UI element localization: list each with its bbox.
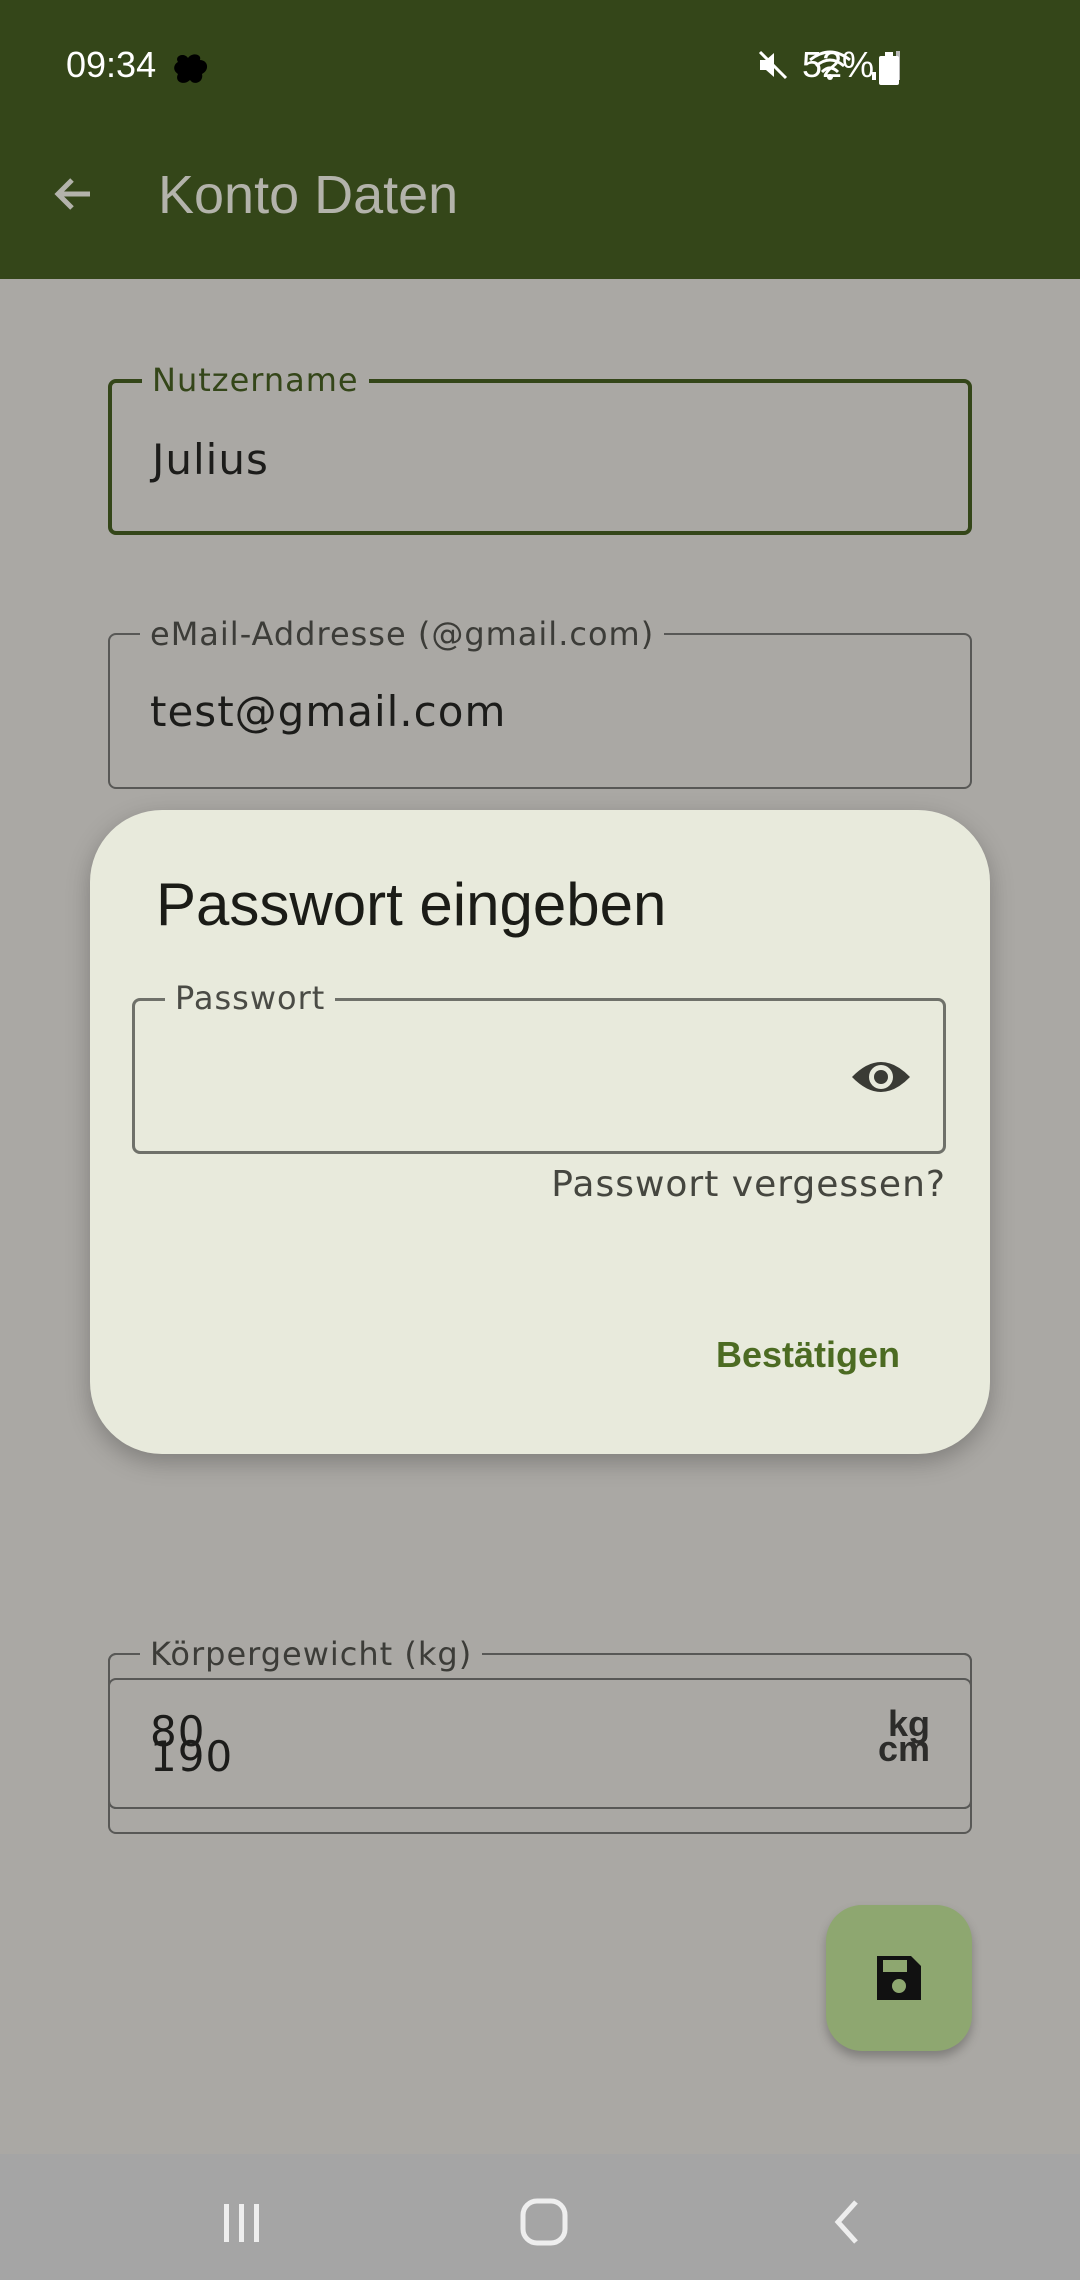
weight-value: 80	[150, 1707, 206, 1756]
app-bar: Konto Daten	[0, 136, 1080, 279]
save-button[interactable]	[826, 1905, 972, 2051]
weight-suffix: kg	[887, 1703, 930, 1744]
dialog-title: Passwort eingeben	[156, 871, 667, 938]
recents-icon	[224, 2204, 259, 2242]
notification-icon	[172, 52, 212, 86]
eye-icon	[852, 1062, 910, 1092]
home-button[interactable]	[514, 2192, 574, 2252]
status-bar: 09:34 52%	[0, 0, 1080, 136]
weight-label: Körpergewicht (kg)	[140, 1635, 483, 1673]
back-button[interactable]	[44, 164, 104, 224]
password-input[interactable]: Passwort	[132, 979, 946, 1154]
navigation-bar	[0, 2154, 1080, 2280]
page-title: Konto Daten	[158, 165, 459, 225]
arrow-back-icon	[54, 178, 90, 210]
battery-icon	[878, 52, 900, 86]
confirm-button[interactable]: Bestätigen	[716, 1334, 900, 1376]
status-time: 09:34	[66, 44, 157, 85]
weight-field[interactable]: Körpergewicht (kg) 80 kg	[108, 1635, 972, 1809]
back-icon	[834, 2200, 858, 2244]
recents-button[interactable]	[212, 2192, 272, 2252]
email-label: eMail-Addresse (@gmail.com)	[140, 615, 665, 653]
email-field[interactable]: eMail-Addresse (@gmail.com) test@gmail.c…	[108, 615, 972, 789]
password-label: Passwort	[165, 979, 336, 1017]
mute-icon	[756, 48, 790, 86]
username-label: Nutzername	[142, 361, 369, 399]
system-back-button[interactable]	[818, 2192, 878, 2252]
forgot-password-link[interactable]: Passwort vergessen?	[551, 1164, 946, 1205]
save-icon	[877, 1956, 921, 2000]
password-dialog: Passwort eingeben Passwort Passwort verg…	[90, 810, 990, 1454]
home-icon	[520, 2198, 568, 2246]
username-field[interactable]: Nutzername Julius	[108, 361, 972, 535]
email-value: test@gmail.com	[150, 687, 507, 736]
toggle-visibility-button[interactable]	[849, 1049, 913, 1105]
username-value: Julius	[152, 435, 269, 484]
battery-percent: 52%	[802, 44, 875, 85]
